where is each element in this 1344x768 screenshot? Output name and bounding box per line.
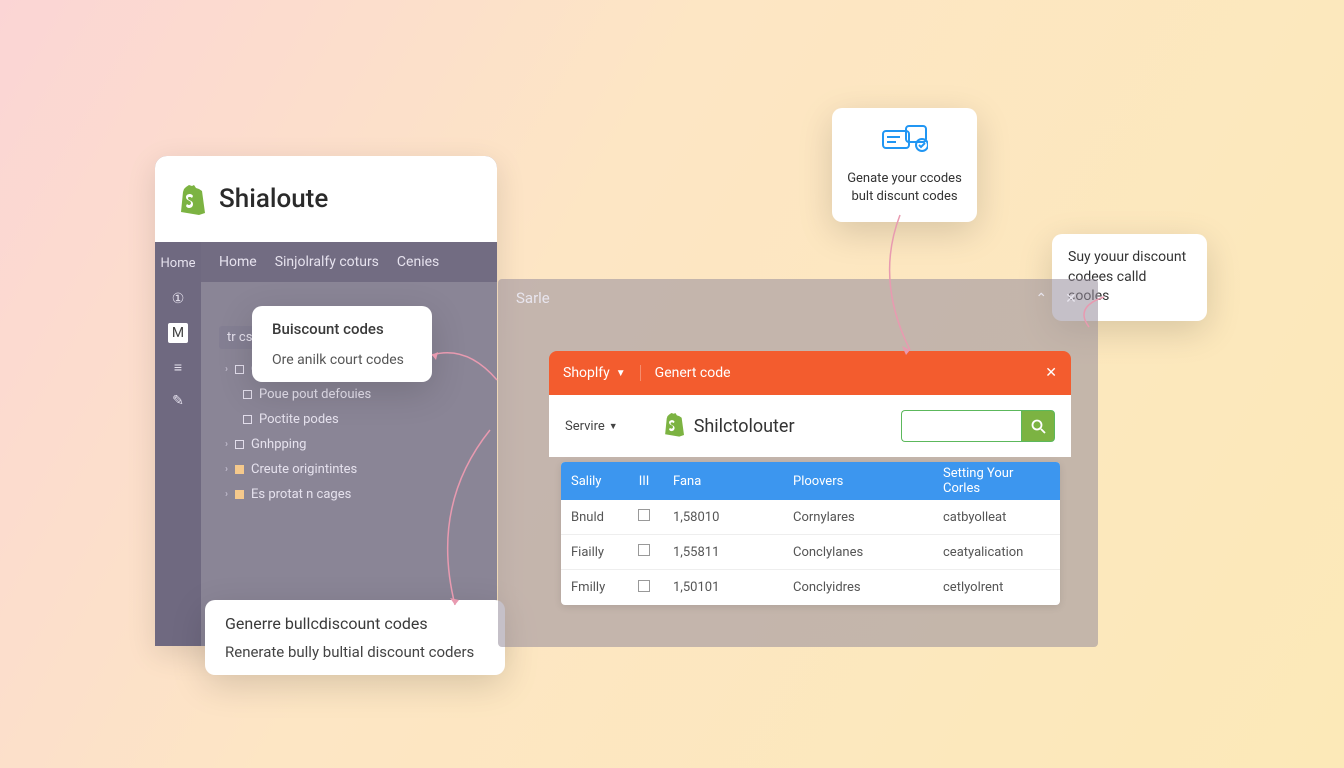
col-header[interactable]: Salily [561, 474, 625, 489]
col-header[interactable]: III [625, 474, 663, 489]
cell: ceatyalication [933, 545, 1060, 560]
folder-icon [235, 440, 244, 449]
pen-icon[interactable]: ✎ [168, 391, 188, 411]
cell [625, 580, 663, 596]
tree-item-label: Creute origintintes [251, 462, 357, 477]
checkbox[interactable] [638, 509, 650, 521]
nav-item-2[interactable]: Sinjolralfy coturs [275, 254, 379, 270]
cell [625, 509, 663, 525]
callout-subtitle: Ore anilk court codes [272, 352, 412, 368]
toolbar: Servire▼ Shilctolouter [549, 395, 1071, 457]
brand-title: Shilctolouter [694, 416, 795, 437]
info-icon[interactable]: ① [168, 289, 188, 309]
nav-item-3[interactable]: Cenies [397, 254, 439, 270]
minimize-icon[interactable]: ⌃ [1032, 291, 1050, 307]
app-title: Shialoute [219, 184, 328, 214]
tree-item-label: Poctite podes [259, 412, 339, 427]
table-header: Salily III Fana Ploovers Setting Your Co… [561, 462, 1060, 500]
tree-item[interactable]: › Creute origintintes [219, 457, 479, 482]
tree-item-label: Es protat n cages [251, 487, 351, 502]
cell [625, 544, 663, 560]
list-icon[interactable]: ≡ [168, 357, 188, 377]
chevron-right-icon: › [225, 439, 228, 450]
left-panel-header: Shialoute [155, 156, 497, 242]
cell: Conclyidres [783, 580, 933, 595]
callout-generate: Generre bullcdiscount codes Renerate bul… [205, 600, 505, 675]
callout-title: Buiscount codes [272, 320, 412, 338]
folder-icon [235, 490, 244, 499]
window-titlebar: Sarle ⌃ ✕ [498, 279, 1098, 317]
col-header[interactable]: Setting Your Corles [933, 466, 1060, 496]
sidebar-home-label[interactable]: Home [161, 256, 196, 271]
cell: catbyolleat [933, 510, 1060, 525]
checkbox[interactable] [638, 580, 650, 592]
chevron-down-icon: ▼ [609, 421, 618, 432]
tree-item[interactable]: Poue pout defouies [237, 382, 479, 407]
shopify-logo-icon [662, 411, 684, 441]
cell: 1,55811 [663, 545, 783, 560]
left-panel: Shialoute Home ① M ≡ ✎ Home Sinjolralfy … [155, 156, 497, 646]
cell: Fiailly [561, 545, 625, 560]
folder-icon [243, 415, 252, 424]
top-nav: Home Sinjolralfy coturs Cenies [201, 242, 497, 282]
window-title: Sarle [516, 289, 550, 307]
callout-line: Generre bullcdiscount codes [225, 614, 485, 633]
left-icon-rail: Home ① M ≡ ✎ [155, 242, 201, 646]
results-table: Salily III Fana Ploovers Setting Your Co… [561, 462, 1060, 605]
search-input[interactable] [901, 410, 1021, 442]
callout-line: Renerate bully bultial discount coders [225, 643, 485, 661]
search-button[interactable] [1021, 410, 1055, 442]
brand: Shilctolouter [662, 411, 795, 441]
folder-icon [235, 465, 244, 474]
folder-icon [243, 390, 252, 399]
chevron-right-icon: › [225, 464, 228, 475]
search-icon [1031, 419, 1046, 434]
cell: Cornylares [783, 510, 933, 525]
callout-text: Genate your ccodes bult discunt codes [846, 170, 963, 206]
table-row[interactable]: Fiailly 1,55811 Conclylanes ceatyalicati… [561, 535, 1060, 570]
cell: cetlyolrent [933, 580, 1060, 595]
header-label: Genert code [641, 365, 1046, 381]
callout-discount-codes: Buiscount codes Ore anilk court codes [252, 306, 432, 382]
window-controls: ⌃ ✕ [1024, 289, 1080, 307]
col-header[interactable]: Fana [663, 474, 783, 489]
close-icon[interactable]: ✕ [1062, 291, 1080, 307]
service-dropdown[interactable]: Servire▼ [565, 419, 618, 434]
chevron-down-icon: ▼ [616, 368, 626, 379]
tree-item-label: Gnhpping [251, 437, 306, 452]
shopify-logo-icon [177, 183, 205, 215]
table-row[interactable]: Fmilly 1,50101 Conclyidres cetlyolrent [561, 570, 1060, 605]
codes-icon [846, 124, 963, 162]
folder-icon [235, 365, 244, 374]
table-row[interactable]: Bnuld 1,58010 Cornylares catbyolleat [561, 500, 1060, 535]
checkbox[interactable] [638, 544, 650, 556]
tree-item[interactable]: › Es protat n cages [219, 482, 479, 507]
cell: Conclylanes [783, 545, 933, 560]
col-header[interactable]: Ploovers [783, 474, 933, 489]
cell: Fmilly [561, 580, 625, 595]
nav-home[interactable]: Home [219, 254, 257, 270]
m-icon[interactable]: M [168, 323, 188, 343]
orange-header-bar: Shoplfy▼ Genert code ✕ [549, 351, 1071, 395]
search-box [901, 410, 1055, 442]
chevron-right-icon: › [225, 364, 228, 375]
cell: 1,50101 [663, 580, 783, 595]
tree-item[interactable]: › Gnhpping [219, 432, 479, 457]
cell: Bnuld [561, 510, 625, 525]
callout-feature: Genate your ccodes bult discunt codes [832, 108, 977, 222]
brand-dropdown[interactable]: Shoplfy▼ [563, 365, 641, 381]
cell: 1,58010 [663, 510, 783, 525]
chevron-right-icon: › [225, 489, 228, 500]
close-icon[interactable]: ✕ [1045, 365, 1057, 381]
tree-item[interactable]: Poctite podes [237, 407, 479, 432]
tree-item-label: Poue pout defouies [259, 387, 371, 402]
